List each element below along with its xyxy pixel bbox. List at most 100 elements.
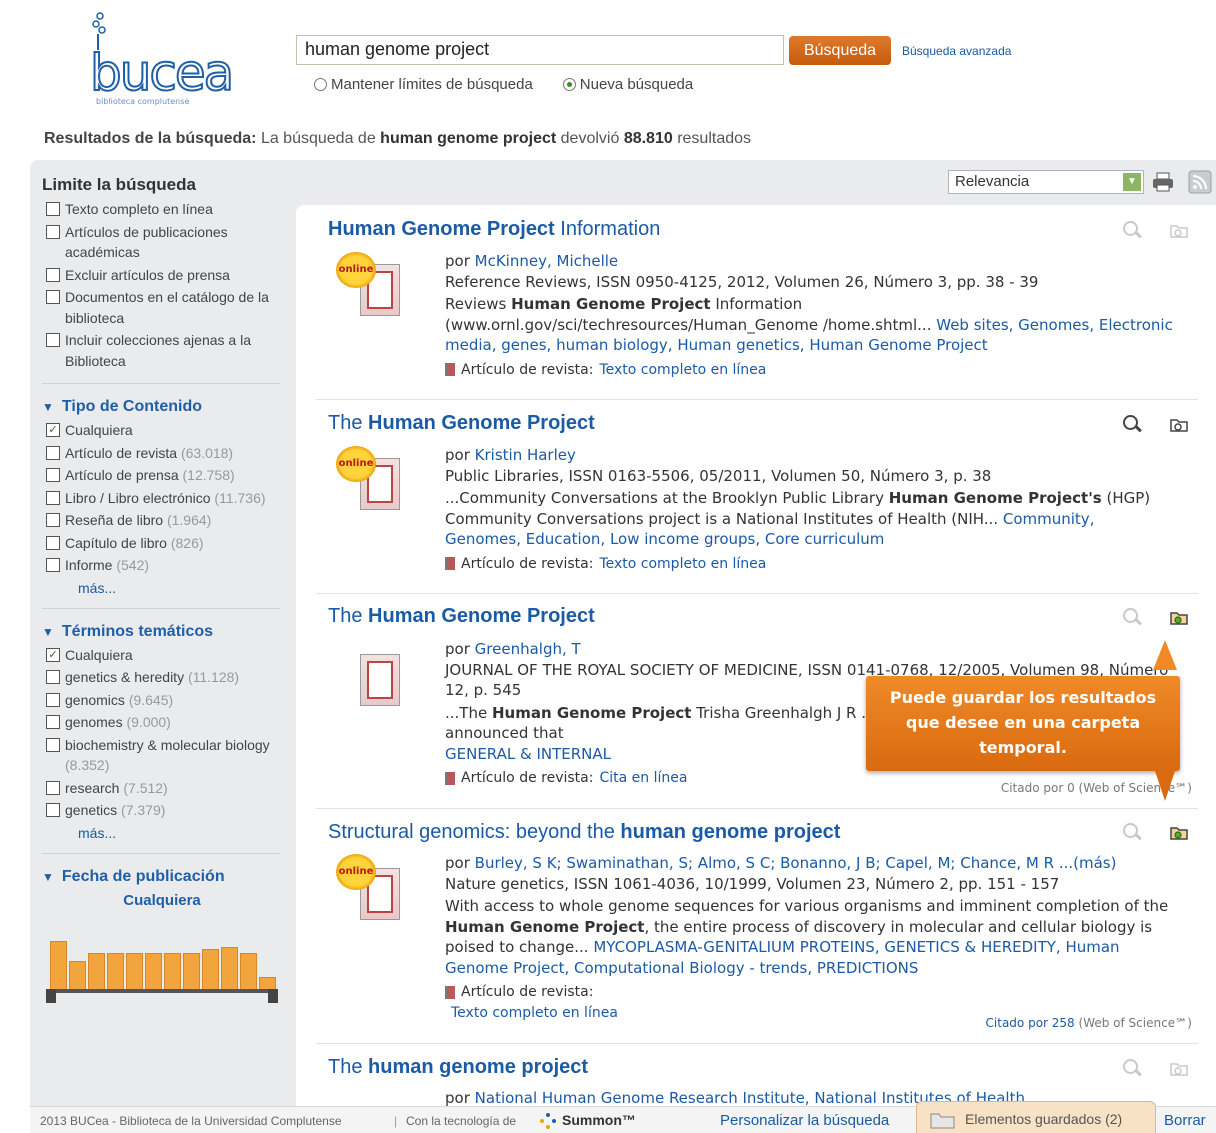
save-folder-icon[interactable]	[1168, 822, 1190, 842]
checkbox[interactable]	[46, 535, 60, 550]
result-title[interactable]: The human genome project	[328, 1056, 1188, 1079]
customize-search-link[interactable]: Personalizar la búsqueda	[720, 1112, 889, 1129]
cited-by-link[interactable]: Citado por 258	[986, 1016, 1075, 1030]
checkbox[interactable]	[46, 290, 60, 304]
tooltip-arrow-down	[1155, 771, 1175, 801]
limit-item[interactable]: Documentos en el catálogo de la bibliote…	[42, 287, 282, 328]
content-type-item[interactable]: Artículo de prensa (12.758)	[42, 465, 282, 486]
summon-logo-text[interactable]: Summon™	[562, 1112, 636, 1128]
radio-keep-limits-dot[interactable]	[314, 78, 327, 91]
subject-item[interactable]: biochemistry & molecular biology (8.352)	[42, 735, 282, 776]
limit-item[interactable]: Incluir colecciones ajenas a la Bibliote…	[42, 330, 282, 371]
checkbox[interactable]	[46, 267, 60, 282]
checkbox[interactable]	[46, 490, 60, 505]
sort-select[interactable]: Relevancia ▼	[948, 170, 1144, 194]
saved-items-tab[interactable]: Elementos guardados (2)	[916, 1101, 1156, 1133]
logo-subtitle: biblioteca complutense	[96, 97, 190, 106]
checkbox[interactable]	[46, 715, 60, 729]
advanced-search-link[interactable]: Búsqueda avanzada	[902, 44, 1011, 58]
date-range-handle-left[interactable]	[46, 988, 56, 1003]
rss-icon[interactable]	[1188, 170, 1212, 194]
checkbox[interactable]	[46, 224, 60, 239]
content-type-header[interactable]: ▼ Tipo de Contenido	[42, 398, 282, 416]
result-title[interactable]: Structural genomics: beyond the human ge…	[328, 821, 1188, 844]
fulltext-link[interactable]: Texto completo en línea	[599, 554, 766, 575]
author-link[interactable]: McKinney, Michelle	[475, 252, 619, 270]
checkbox[interactable]	[46, 445, 60, 460]
radio-keep-limits[interactable]: Mantener límites de búsqueda	[314, 76, 533, 93]
journal-article-icon	[445, 985, 455, 999]
checkbox[interactable]	[46, 803, 60, 817]
checkbox[interactable]	[46, 692, 60, 707]
summary-query: human genome project	[380, 130, 557, 147]
print-icon[interactable]	[1151, 170, 1175, 194]
radio-new-search[interactable]: Nueva búsqueda	[562, 76, 693, 93]
content-type-item[interactable]: Libro / Libro electrónico (11.736)	[42, 488, 282, 509]
search-button[interactable]: Búsqueda	[789, 36, 891, 65]
save-folder-icon[interactable]	[1168, 607, 1190, 627]
preview-icon[interactable]	[1122, 1058, 1142, 1078]
subject-item[interactable]: genomes (9.000)	[42, 712, 282, 733]
radio-keep-limits-label: Mantener límites de búsqueda	[331, 76, 533, 93]
limit-item[interactable]: Texto completo en línea	[42, 199, 282, 220]
result-title[interactable]: Human Genome Project Information	[328, 218, 1188, 241]
checkbox-checked[interactable]: ✓	[46, 647, 60, 662]
checkbox[interactable]	[46, 737, 60, 752]
content-type-item[interactable]: Reseña de libro (1.964)	[42, 510, 282, 531]
delete-saved-link[interactable]: Borrar	[1164, 1112, 1206, 1129]
more-subjects-link[interactable]: más...	[78, 825, 282, 841]
author-link[interactable]: Kristin Harley	[475, 446, 576, 464]
limit-item[interactable]: Artículos de publicaciones académicas	[42, 222, 282, 263]
preview-icon[interactable]	[1122, 220, 1142, 240]
author-link[interactable]: Burley, S K; Swaminathan, S; Almo, S C; …	[475, 854, 1117, 872]
content-type-item[interactable]: Capítulo de libro (826)	[42, 533, 282, 554]
checkbox[interactable]	[46, 202, 60, 216]
author-link[interactable]: Greenhalgh, T	[475, 640, 581, 658]
limit-label: Incluir colecciones ajenas a la Bibliote…	[65, 332, 251, 369]
checkbox[interactable]	[46, 780, 60, 795]
subject-item[interactable]: research (7.512)	[42, 778, 282, 799]
content-type-item[interactable]: Informe (542)	[42, 555, 282, 576]
preview-icon[interactable]	[1122, 414, 1142, 434]
summary-pre: La búsqueda de	[260, 130, 376, 147]
checkbox[interactable]	[46, 468, 60, 482]
save-folder-icon[interactable]	[1168, 220, 1190, 240]
checkbox[interactable]	[46, 333, 60, 347]
checkbox[interactable]	[46, 513, 60, 527]
subject-item[interactable]: genetics & heredity (11.128)	[42, 667, 282, 688]
preview-icon[interactable]	[1122, 822, 1142, 842]
subject-item[interactable]: genomics (9.645)	[42, 690, 282, 711]
bucea-logo[interactable]: bucea biblioteca complutense	[82, 12, 242, 107]
preview-icon[interactable]	[1122, 607, 1142, 627]
citation-link[interactable]: Cita en línea	[599, 768, 687, 789]
more-content-types-link[interactable]: más...	[78, 580, 282, 596]
fulltext-link[interactable]: Texto completo en línea	[599, 360, 766, 381]
histogram-bar	[50, 940, 67, 991]
checkbox[interactable]	[46, 670, 60, 684]
content-type-item[interactable]: Artículo de revista (63.018)	[42, 443, 282, 464]
checkbox-checked[interactable]: ✓	[46, 423, 60, 437]
search-input[interactable]: human genome project	[296, 35, 784, 65]
checkbox[interactable]	[46, 558, 60, 572]
publication-date-histogram[interactable]	[42, 923, 278, 1003]
histogram-bar	[145, 952, 162, 991]
chevron-down-icon[interactable]: ▼	[1123, 173, 1141, 191]
cover-thumbnail[interactable]	[360, 654, 400, 706]
fulltext-link[interactable]: Texto completo en línea	[451, 1005, 618, 1021]
save-folder-icon[interactable]	[1168, 414, 1190, 434]
footer-powered-by: Con la tecnología de	[406, 1114, 517, 1128]
cited-by: Citado por 258 (Web of Science℠)	[985, 1016, 1192, 1030]
content-type-any[interactable]: ✓ Cualquiera	[42, 420, 282, 441]
subject-terms-header[interactable]: ▼ Términos temáticos	[42, 623, 282, 641]
publication-date-header[interactable]: ▼ Fecha de publicación	[42, 868, 282, 886]
radio-new-search-dot[interactable]	[562, 78, 576, 91]
result-title[interactable]: The Human Genome Project	[328, 412, 1188, 435]
histogram-bar	[221, 946, 238, 991]
subject-item[interactable]: genetics (7.379)	[42, 800, 282, 821]
subject-any[interactable]: ✓ Cualquiera	[42, 645, 282, 666]
limit-item[interactable]: Excluir artículos de prensa	[42, 265, 282, 286]
save-folder-icon[interactable]	[1168, 1058, 1190, 1078]
date-range-handle-right[interactable]	[268, 988, 278, 1003]
result-actions	[1122, 822, 1190, 842]
result-title[interactable]: The Human Genome Project	[328, 605, 1188, 628]
